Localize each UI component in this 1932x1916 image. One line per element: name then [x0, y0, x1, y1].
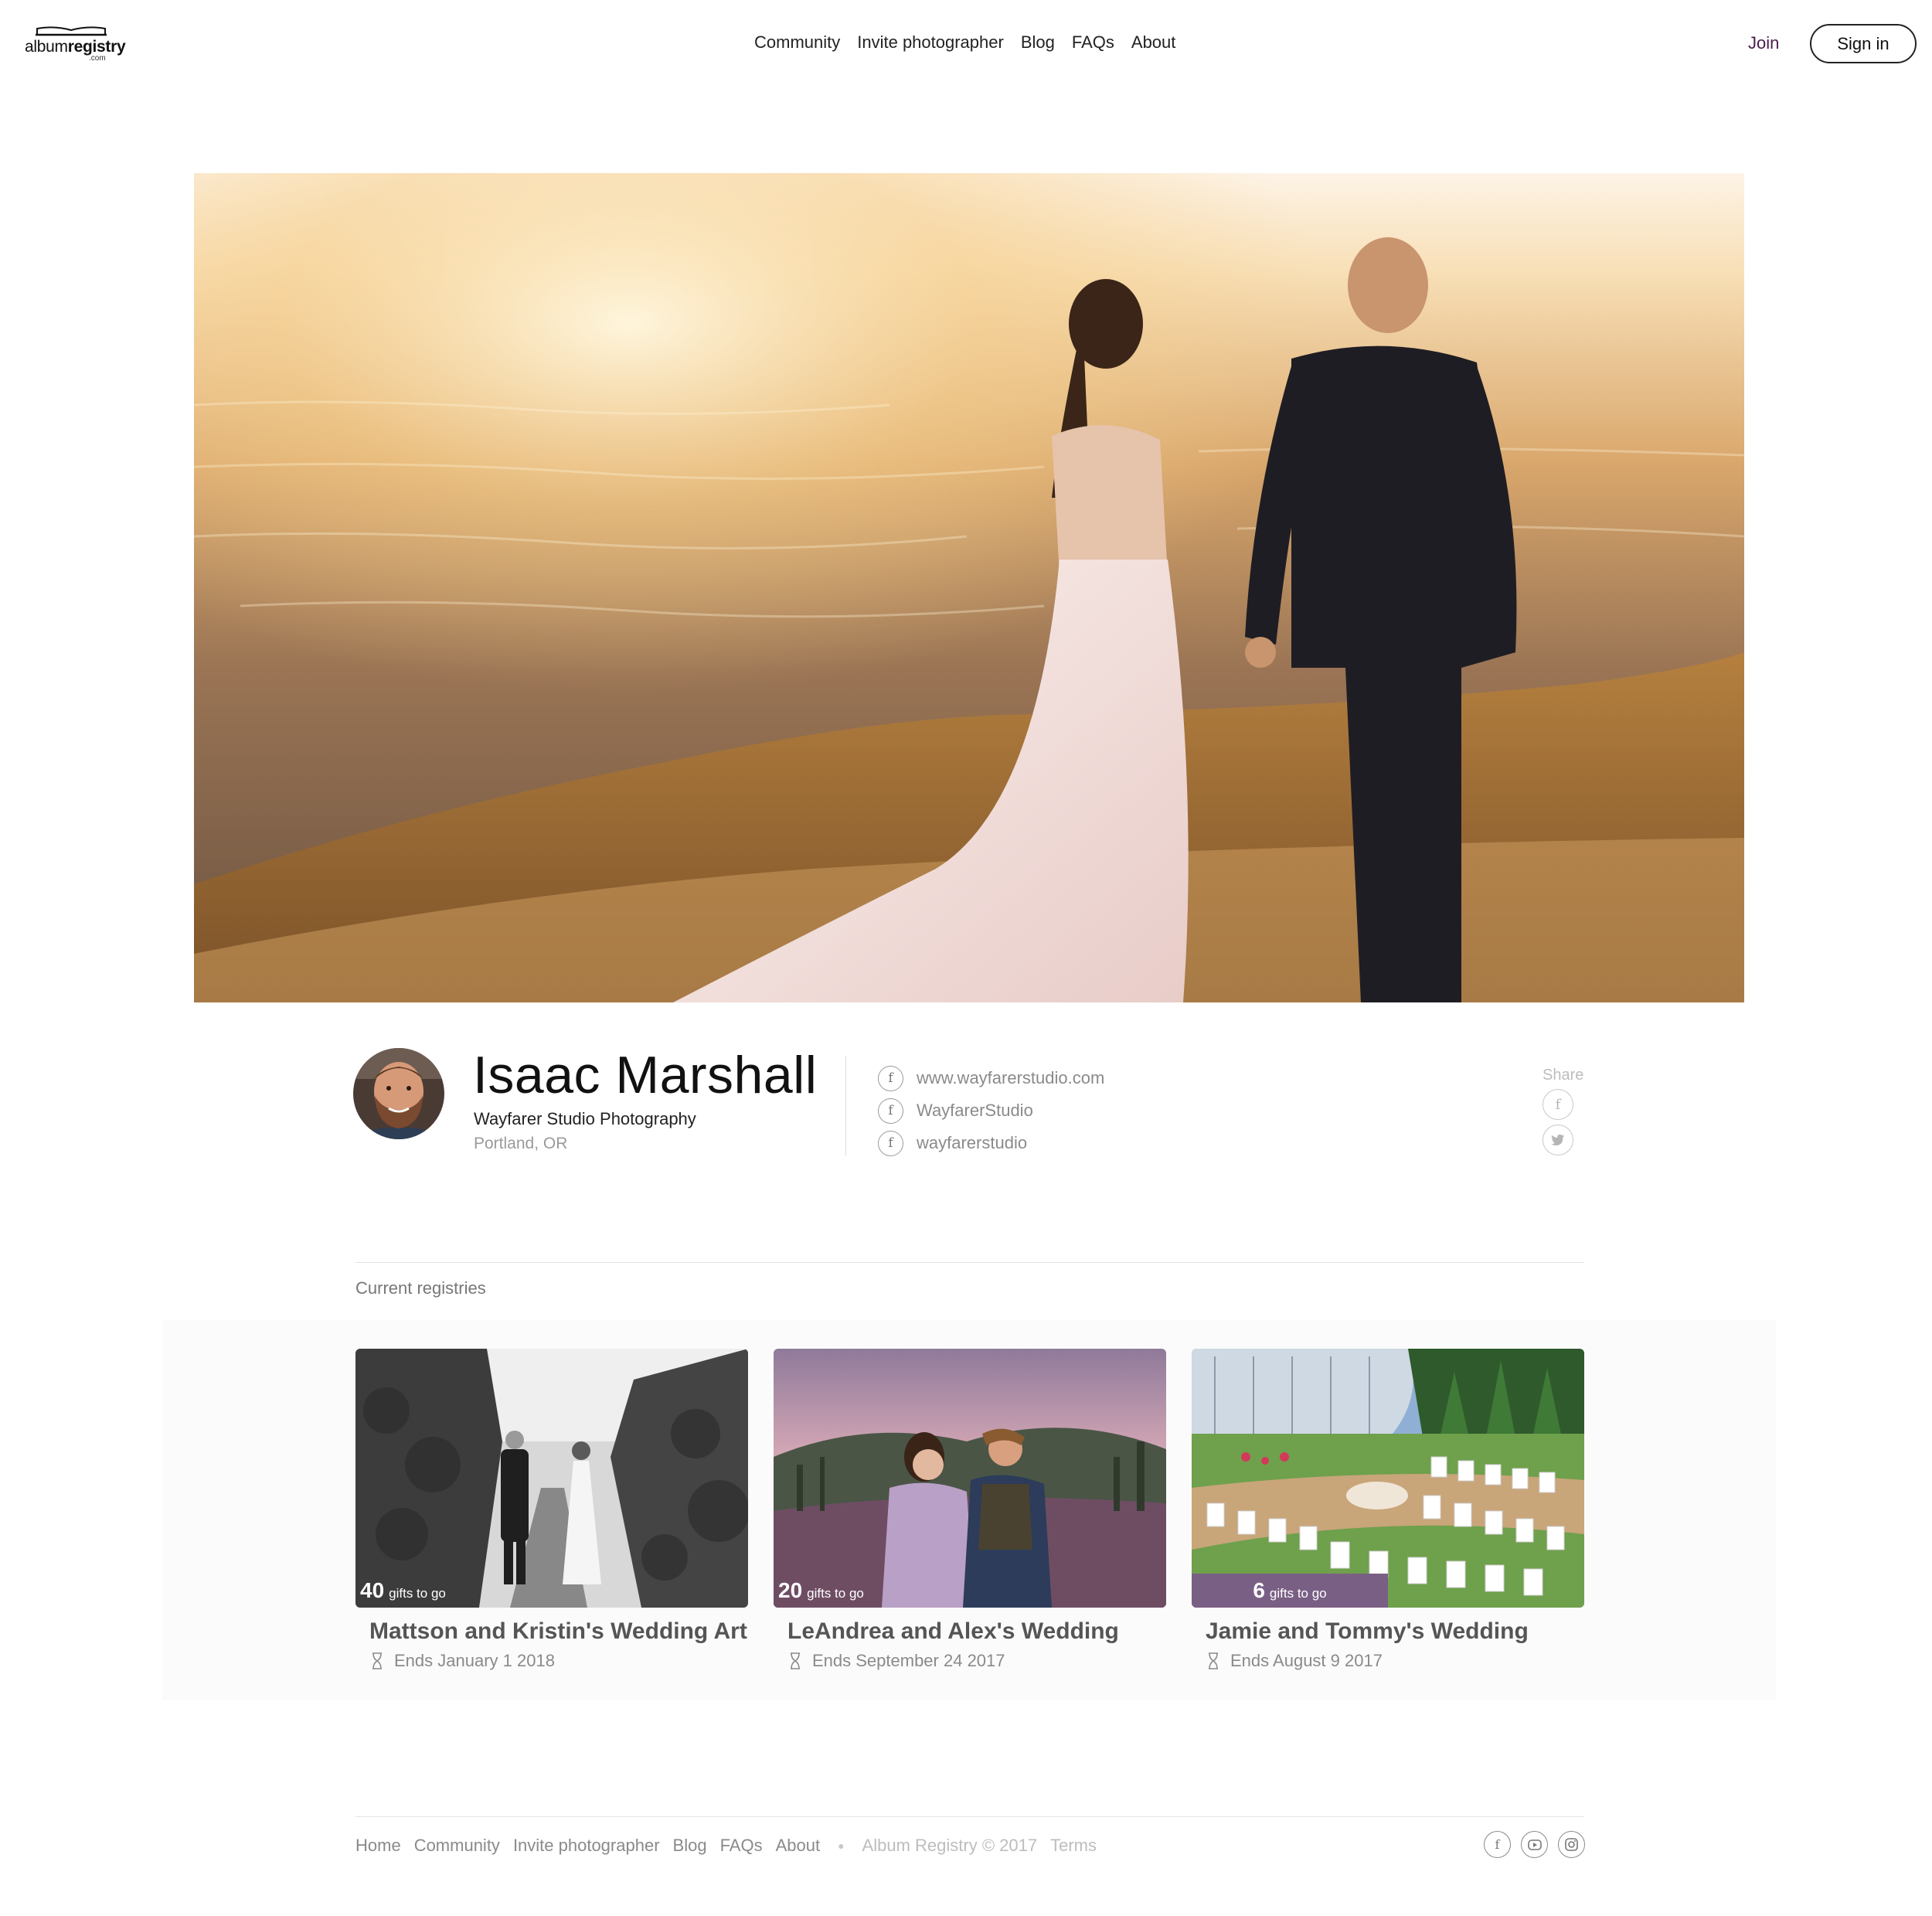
website-link-text: www.wayfarerstudio.com — [917, 1068, 1105, 1087]
footer-social-icons: f — [1484, 1831, 1585, 1858]
location: Portland, OR — [474, 1135, 568, 1152]
nav-blog[interactable]: Blog — [1021, 32, 1055, 53]
gifts-count: 6 — [1253, 1578, 1265, 1602]
registry-end-date: Ends September 24 2017 — [789, 1651, 1166, 1671]
gifts-label: gifts to go — [807, 1586, 864, 1601]
registry-end-date: Ends January 1 2018 — [371, 1651, 748, 1671]
nav-faqs[interactable]: FAQs — [1072, 32, 1114, 53]
nav-community[interactable]: Community — [754, 32, 840, 53]
gifts-to-go-badge: 6 gifts to go — [1192, 1574, 1388, 1608]
footer-terms[interactable]: Terms — [1050, 1836, 1097, 1856]
profile-links: f www.wayfarerstudio.com f WayfarerStudi… — [878, 1062, 1104, 1159]
youtube-icon — [1527, 1839, 1542, 1850]
registry-title[interactable]: Jamie and Tommy's Wedding — [1206, 1618, 1584, 1645]
facebook-icon: f — [878, 1065, 903, 1091]
facebook-icon: f — [878, 1098, 903, 1124]
gifts-label: gifts to go — [389, 1586, 446, 1601]
registry-end-text: Ends September 24 2017 — [812, 1651, 1005, 1670]
registry-photo[interactable]: 20 gifts to go — [774, 1349, 1166, 1608]
registries-divider — [355, 1262, 1584, 1263]
footer-youtube-button[interactable] — [1521, 1831, 1548, 1858]
registry-card[interactable]: 40 gifts to go Mattson and Kristin's Wed… — [355, 1349, 748, 1671]
gifts-label: gifts to go — [1269, 1586, 1327, 1601]
footer-faqs[interactable]: FAQs — [720, 1836, 763, 1856]
registry-end-text: Ends August 9 2017 — [1230, 1651, 1383, 1670]
registry-end-text: Ends January 1 2018 — [394, 1651, 555, 1670]
footer-about[interactable]: About — [776, 1836, 821, 1856]
profile-divider — [845, 1056, 846, 1155]
footer-blog[interactable]: Blog — [673, 1836, 707, 1856]
registry-card[interactable]: 20 gifts to go LeAndrea and Alex's Weddi… — [774, 1349, 1166, 1671]
logo-wordmark: albumregistry — [25, 38, 126, 56]
photographer-avatar — [353, 1048, 444, 1139]
facebook-icon: f — [878, 1130, 903, 1156]
registry-title[interactable]: Mattson and Kristin's Wedding Art — [369, 1618, 748, 1645]
photographer-name: Isaac Marshall — [473, 1046, 818, 1104]
gifts-to-go-badge: 20 gifts to go — [774, 1574, 869, 1608]
footer-home[interactable]: Home — [355, 1836, 401, 1856]
hourglass-icon — [372, 1652, 382, 1669]
facebook-icon: f — [1495, 1837, 1500, 1852]
website-link[interactable]: f www.wayfarerstudio.com — [878, 1062, 1104, 1094]
registry-photo[interactable]: 6 gifts to go — [1192, 1349, 1584, 1608]
footer-community[interactable]: Community — [414, 1836, 500, 1856]
site-header: albumregistry .com Community Invite phot… — [0, 0, 1932, 89]
main-nav: Community Invite photographer Blog FAQs … — [754, 32, 1175, 53]
hero-cover-photo — [194, 173, 1744, 1002]
join-link[interactable]: Join — [1748, 33, 1779, 53]
facebook-link[interactable]: f WayfarerStudio — [878, 1094, 1104, 1127]
sign-in-button[interactable]: Sign in — [1810, 24, 1917, 63]
share-twitter-button[interactable] — [1543, 1125, 1573, 1155]
share-label: Share — [1543, 1067, 1584, 1084]
gifts-count: 20 — [778, 1578, 803, 1602]
gifts-to-go-badge: 40 gifts to go — [355, 1574, 451, 1608]
gifts-count: 40 — [360, 1578, 385, 1602]
albumregistry-logo[interactable]: albumregistry .com — [25, 26, 126, 64]
footer-copyright: Album Registry © 2017 — [862, 1836, 1038, 1855]
logo-suffix: .com — [89, 54, 106, 63]
footer-invite-photographer[interactable]: Invite photographer — [513, 1836, 660, 1856]
footer-instagram-button[interactable] — [1558, 1831, 1585, 1858]
registries-heading: Current registries — [355, 1278, 486, 1298]
instagram-link[interactable]: f wayfarerstudio — [878, 1127, 1104, 1159]
footer-facebook-button[interactable]: f — [1484, 1831, 1511, 1858]
nav-about[interactable]: About — [1131, 32, 1176, 53]
registry-photo[interactable]: 40 gifts to go — [355, 1349, 748, 1608]
footer-divider — [355, 1816, 1584, 1817]
nav-invite-photographer[interactable]: Invite photographer — [857, 32, 1004, 53]
hourglass-icon — [1209, 1652, 1218, 1669]
footer-separator-dot: ● — [838, 1839, 845, 1852]
twitter-icon — [1551, 1134, 1565, 1145]
footer-nav: Home Community Invite photographer Blog … — [355, 1836, 1097, 1856]
instagram-icon — [1565, 1838, 1578, 1851]
open-book-icon — [36, 26, 107, 36]
registry-end-date: Ends August 9 2017 — [1207, 1651, 1584, 1671]
registry-card[interactable]: 6 gifts to go Jamie and Tommy's Wedding … — [1192, 1349, 1584, 1671]
facebook-link-text: WayfarerStudio — [917, 1101, 1033, 1120]
instagram-link-text: wayfarerstudio — [917, 1133, 1028, 1152]
hourglass-icon — [791, 1652, 800, 1669]
registry-title[interactable]: LeAndrea and Alex's Wedding — [787, 1618, 1166, 1645]
studio-name: Wayfarer Studio Photography — [474, 1109, 696, 1128]
facebook-icon: f — [1555, 1096, 1561, 1113]
share-facebook-button[interactable]: f — [1543, 1089, 1573, 1120]
